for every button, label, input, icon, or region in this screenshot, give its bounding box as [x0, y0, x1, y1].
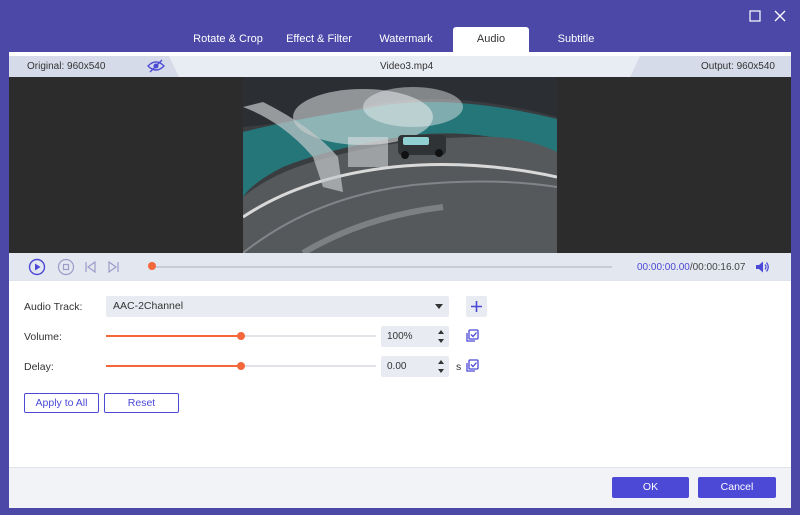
chevron-down-icon — [435, 304, 443, 309]
eye-icon[interactable] — [147, 58, 165, 74]
file-name: Video3.mp4 — [380, 61, 434, 72]
close-icon[interactable] — [773, 9, 787, 23]
add-audio-track-button[interactable] — [466, 296, 487, 317]
audio-track-select[interactable]: AAC-2Channel — [106, 296, 449, 317]
tab-effect-filter[interactable]: Effect & Filter — [278, 27, 360, 52]
audio-track-label: Audio Track: — [24, 301, 83, 313]
current-time: 00:00:00.00 — [637, 262, 690, 273]
volume-increase-arrow[interactable] — [438, 330, 444, 334]
time-display: 00:00:00.00/00:00:16.07 — [637, 262, 745, 273]
delay-spinbox[interactable] — [381, 356, 449, 377]
total-time: /00:00:16.07 — [689, 262, 746, 273]
output-size: Output: 960x540 — [701, 61, 775, 72]
video-thumbnail-image — [243, 77, 557, 253]
audio-track-value: AAC-2Channel — [113, 300, 184, 312]
tab-watermark[interactable]: Watermark — [370, 27, 442, 52]
progress-track[interactable] — [152, 266, 612, 268]
tab-subtitle[interactable]: Subtitle — [540, 27, 612, 52]
plus-icon — [471, 301, 482, 312]
reset-button[interactable]: Reset — [104, 393, 179, 413]
maximize-icon[interactable] — [748, 9, 762, 23]
apply-volume-to-all-icon[interactable] — [465, 329, 479, 343]
ok-button[interactable]: OK — [612, 477, 689, 498]
cancel-button[interactable]: Cancel — [698, 477, 776, 498]
volume-label: Volume: — [24, 331, 62, 343]
progress-handle[interactable] — [148, 262, 156, 270]
delay-increase-arrow[interactable] — [438, 360, 444, 364]
next-frame-icon[interactable] — [106, 260, 120, 274]
divider — [9, 280, 791, 281]
volume-spinbox[interactable] — [381, 326, 449, 347]
delay-input[interactable] — [387, 359, 432, 374]
volume-slider-handle[interactable] — [237, 332, 245, 340]
volume-slider-fill — [106, 335, 241, 337]
stop-icon[interactable] — [57, 258, 75, 276]
previous-frame-icon[interactable] — [84, 260, 98, 274]
volume-icon[interactable] — [754, 259, 770, 275]
delay-unit: s — [456, 361, 462, 373]
volume-input[interactable] — [387, 329, 432, 344]
volume-decrease-arrow[interactable] — [438, 339, 444, 343]
tab-audio[interactable]: Audio — [453, 27, 529, 52]
delay-label: Delay: — [24, 361, 54, 373]
apply-to-all-button[interactable]: Apply to All — [24, 393, 99, 413]
delay-slider-handle[interactable] — [237, 362, 245, 370]
tab-rotate-crop[interactable]: Rotate & Crop — [186, 27, 270, 52]
original-size: Original: 960x540 — [27, 61, 106, 72]
apply-delay-to-all-icon[interactable] — [465, 359, 479, 373]
tab-bar: Rotate & Crop Effect & Filter Watermark … — [0, 27, 800, 52]
delay-decrease-arrow[interactable] — [438, 369, 444, 373]
play-icon[interactable] — [28, 258, 46, 276]
delay-slider-fill — [106, 365, 241, 367]
video-frame — [243, 77, 557, 253]
